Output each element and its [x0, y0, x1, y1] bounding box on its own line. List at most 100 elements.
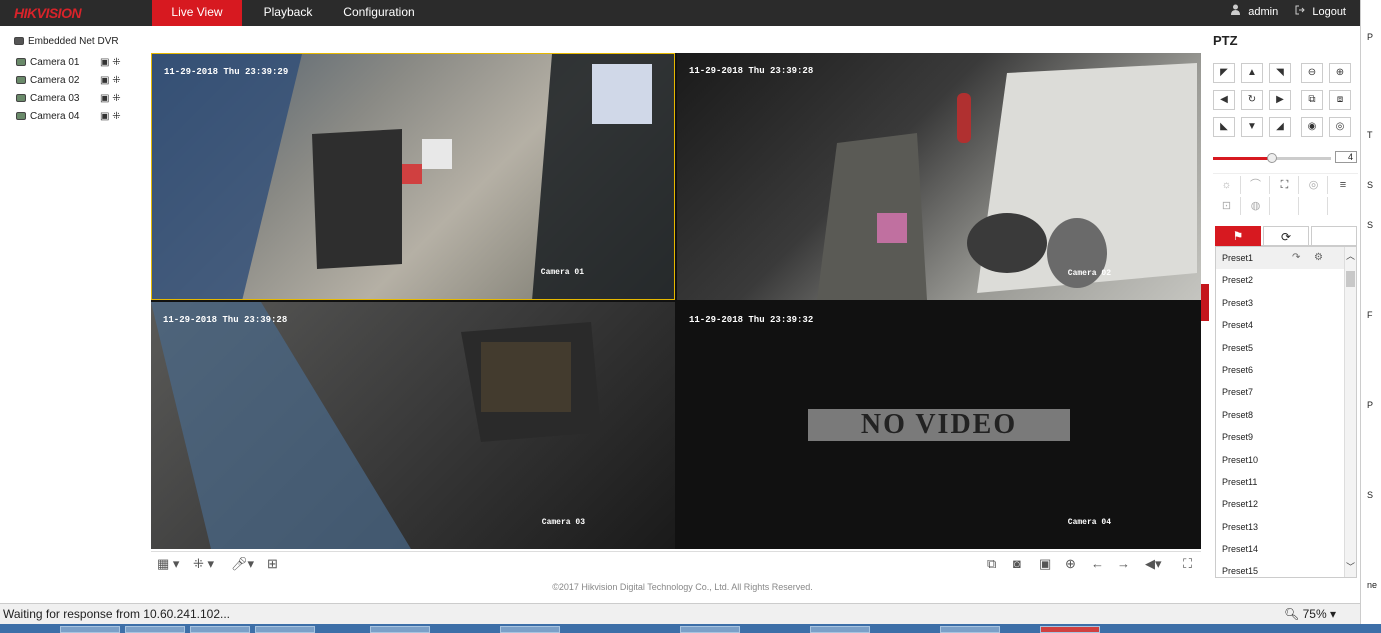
preset-item[interactable]: Preset11 [1216, 471, 1356, 493]
capture-icon[interactable]: ◙ [1013, 556, 1021, 571]
tab-live-view[interactable]: Live View [152, 0, 242, 26]
taskbar-item[interactable] [255, 626, 315, 633]
pan-down-button[interactable]: ▼ [1241, 117, 1263, 137]
ptz-icon[interactable]: ⁜ [112, 93, 120, 104]
scroll-up-icon[interactable]: ︿ [1346, 249, 1355, 262]
call-preset-icon[interactable]: ↷ [1292, 247, 1300, 269]
set-preset-gear-icon[interactable]: ⚙ [1314, 247, 1323, 269]
taskbar-item[interactable] [1040, 626, 1100, 633]
slider-handle[interactable] [1267, 153, 1277, 163]
fullscreen-icon[interactable]: ⛶ [1183, 556, 1192, 572]
record-icon[interactable]: ▣ [100, 75, 109, 86]
scroll-down-icon[interactable]: ﹀ [1346, 560, 1355, 573]
video-pane-camera-04[interactable]: 11-29-2018 Thu 23:39:32 NO VIDEO Camera … [677, 302, 1201, 549]
background-window-edge: P T S S F P S ne [1360, 0, 1381, 633]
zoom-icon: 🔍︎ [1284, 607, 1300, 621]
wiper-icon[interactable]: ⌒ [1242, 176, 1270, 194]
video-pane-camera-02[interactable]: 11-29-2018 Thu 23:39:28 Camera 02 [677, 53, 1201, 300]
focus-far-button[interactable]: ⧈ [1329, 90, 1351, 110]
light-icon[interactable]: ☼ [1213, 176, 1241, 194]
tab-pattern[interactable] [1311, 226, 1357, 246]
preset-item[interactable]: Preset12 [1216, 493, 1356, 515]
microphone-icon[interactable]: 🎤︎▾ [231, 556, 254, 572]
manual-tracking-icon[interactable]: ⊡ [1213, 197, 1241, 215]
pan-right-button[interactable]: ▶ [1269, 90, 1291, 110]
stop-all-icon[interactable]: ⧉ [987, 556, 996, 572]
digital-zoom-icon[interactable]: ⊕ [1065, 556, 1076, 572]
zoom-control[interactable]: 🔍︎ 75% ▾ [1284, 604, 1336, 624]
logout-link[interactable]: Logout [1312, 6, 1346, 18]
preset-item[interactable]: Preset10 [1216, 449, 1356, 471]
auto-pan-button[interactable]: ↻ [1241, 90, 1263, 110]
tab-configuration[interactable]: Configuration [334, 0, 424, 26]
tab-playback[interactable]: Playback [252, 0, 324, 26]
taskbar-item[interactable] [940, 626, 1000, 633]
preset-item[interactable]: Preset5 [1216, 337, 1356, 359]
ptz-icon[interactable]: ⁜ [112, 57, 120, 68]
taskbar-item[interactable] [370, 626, 430, 633]
video-pane-camera-03[interactable]: 11-29-2018 Thu 23:39:28 Camera 03 [151, 302, 675, 549]
menu-icon[interactable]: ≡ [1329, 176, 1357, 194]
tab-patrol[interactable]: ⟳ [1263, 226, 1309, 246]
scroll-thumb[interactable] [1346, 271, 1355, 287]
username[interactable]: admin [1248, 6, 1278, 18]
window-layout-icon[interactable]: ▦ ▾ [157, 556, 179, 572]
previous-page-icon[interactable]: ← [1091, 556, 1104, 571]
volume-icon[interactable]: ◀︎▾ [1145, 556, 1162, 572]
preset-label: Preset6 [1222, 364, 1254, 375]
zoom-in-button[interactable]: ⊖ [1301, 63, 1323, 83]
logout-icon[interactable] [1295, 0, 1305, 24]
preset-scrollbar[interactable]: ︿ ﹀ [1344, 247, 1356, 577]
record-icon[interactable]: ▣ [100, 111, 109, 122]
preset-item[interactable]: Preset7 [1216, 381, 1356, 403]
pan-down-right-button[interactable]: ◢ [1269, 117, 1291, 137]
preset-item[interactable]: Preset14 [1216, 538, 1356, 560]
tab-preset[interactable]: ⚑ [1215, 226, 1261, 246]
device-tree-root[interactable]: Embedded Net DVR [10, 34, 145, 50]
preset-item[interactable]: Preset6 [1216, 359, 1356, 381]
taskbar-item[interactable] [680, 626, 740, 633]
preset-item[interactable]: Preset9 [1216, 426, 1356, 448]
intercom-icon[interactable]: ⊞ [267, 556, 278, 572]
focus-near-button[interactable]: ⧉ [1301, 90, 1323, 110]
record-icon[interactable]: ▣ [1039, 556, 1051, 572]
taskbar-item[interactable] [60, 626, 120, 633]
collapse-ptz-panel-button[interactable] [1201, 284, 1209, 321]
camera-list-item[interactable]: Camera 03 ▣ ⁜ [10, 90, 145, 108]
camera-list-item[interactable]: Camera 04 ▣ ⁜ [10, 108, 145, 126]
preset-item[interactable]: Preset3 [1216, 292, 1356, 314]
taskbar-item[interactable] [500, 626, 560, 633]
preset-item[interactable]: Preset4 [1216, 314, 1356, 336]
stream-type-icon[interactable]: ⁜ ▾ [193, 556, 214, 572]
camera-02-feed [817, 63, 1197, 300]
record-icon[interactable]: ▣ [100, 57, 109, 68]
pan-up-left-button[interactable]: ◤ [1213, 63, 1235, 83]
camera-list-item[interactable]: Camera 01 ▣ ⁜ [10, 54, 145, 72]
iris-close-button[interactable]: ◎ [1329, 117, 1351, 137]
preset-item[interactable]: Preset1 ↷ ⚙ [1216, 247, 1356, 270]
pan-down-left-button[interactable]: ◣ [1213, 117, 1235, 137]
pan-up-button[interactable]: ▲ [1241, 63, 1263, 83]
next-page-icon[interactable]: → [1117, 556, 1130, 571]
zoom-out-button[interactable]: ⊕ [1329, 63, 1351, 83]
preset-item[interactable]: Preset15 [1216, 560, 1356, 577]
lens-init-icon[interactable]: ◎ [1300, 176, 1328, 194]
video-pane-camera-01[interactable]: 11-29-2018 Thu 23:39:29 Camera 01 [151, 53, 675, 300]
ptz-speed-slider[interactable] [1213, 153, 1331, 163]
preset-item[interactable]: Preset13 [1216, 516, 1356, 538]
taskbar-item[interactable] [190, 626, 250, 633]
camera-list-item[interactable]: Camera 02 ▣ ⁜ [10, 72, 145, 90]
pan-up-right-button[interactable]: ◥ [1269, 63, 1291, 83]
taskbar-item[interactable] [810, 626, 870, 633]
preset-item[interactable]: Preset2 [1216, 269, 1356, 291]
pan-left-button[interactable]: ◀ [1213, 90, 1235, 110]
ptz-icon[interactable]: ⁜ [112, 111, 120, 122]
record-icon[interactable]: ▣ [100, 93, 109, 104]
taskbar-item[interactable] [125, 626, 185, 633]
auxiliary-focus-icon[interactable]: ⛶ [1271, 176, 1299, 194]
preset-item[interactable]: Preset8 [1216, 404, 1356, 426]
ptz-speed-value[interactable]: 4 [1335, 151, 1357, 163]
ptz-icon[interactable]: ⁜ [112, 75, 120, 86]
iris-open-button[interactable]: ◉ [1301, 117, 1323, 137]
3d-zoom-icon[interactable]: ◍ [1242, 197, 1270, 215]
